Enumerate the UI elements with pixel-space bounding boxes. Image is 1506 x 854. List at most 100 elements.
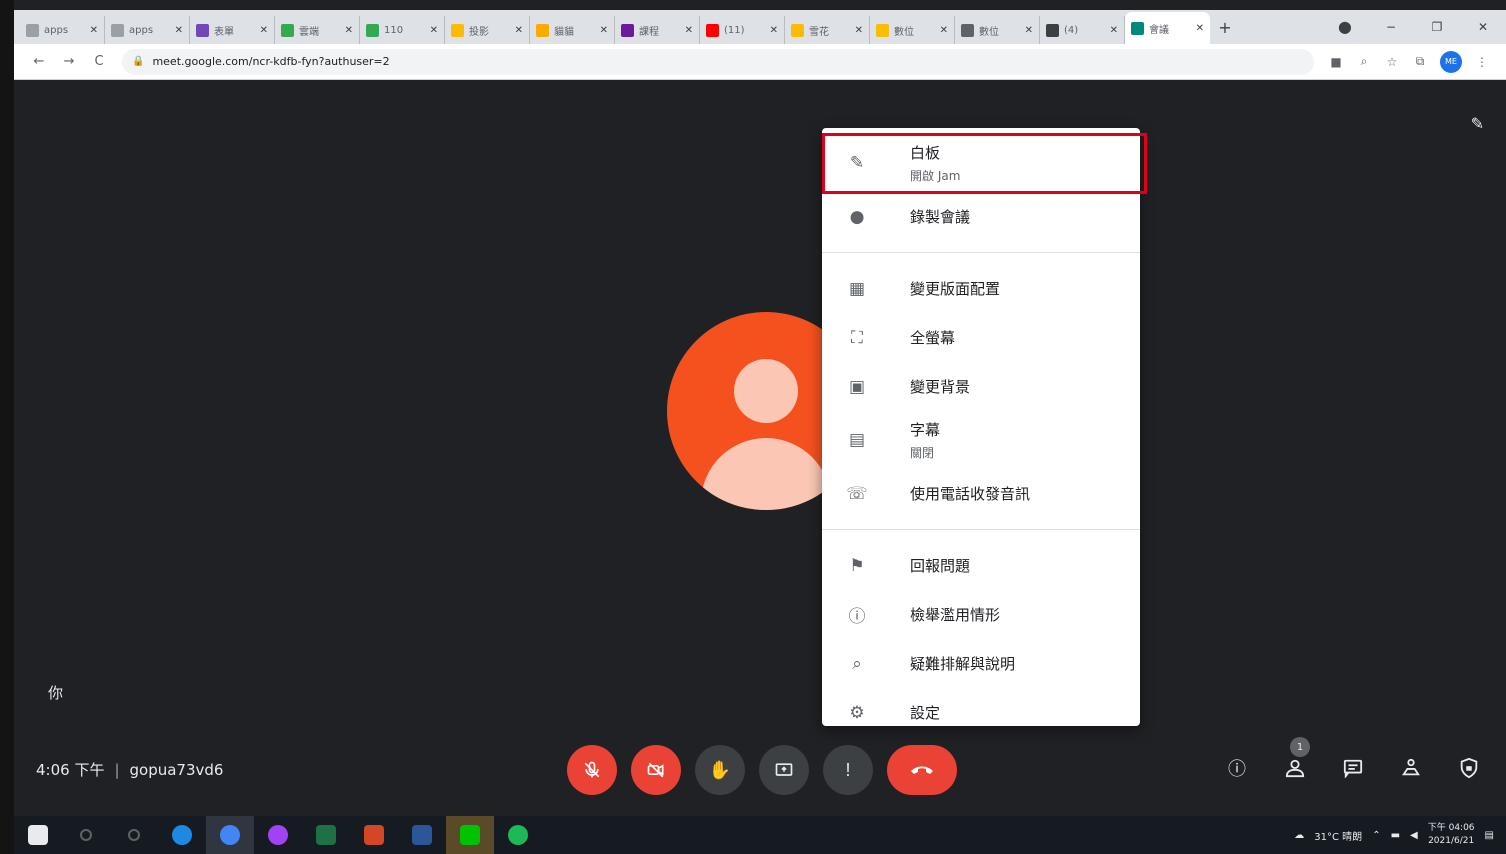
close-window-button[interactable]: ✕ <box>1460 20 1506 34</box>
menu-item-use-phone-audio[interactable]: ☏ 使用電話收發音訊 <box>822 469 1140 518</box>
taskbar-excel-button[interactable] <box>302 816 350 854</box>
extensions-icon[interactable]: ⧉ <box>1406 54 1434 69</box>
taskbar-messenger-button[interactable] <box>254 816 302 854</box>
notifications-icon[interactable]: ▤ <box>1485 830 1494 841</box>
minimize-button[interactable]: − <box>1368 20 1414 34</box>
participants-button[interactable]: 1 <box>1280 737 1310 783</box>
menu-item-change-background[interactable]: ▣ 變更背景 <box>822 362 1140 411</box>
meeting-details-button[interactable]: ⓘ <box>1222 753 1252 783</box>
activities-button[interactable] <box>1396 753 1426 783</box>
network-icon[interactable]: ▬ <box>1391 830 1400 841</box>
tab-close-icon[interactable]: ✕ <box>260 25 268 36</box>
tab-close-icon[interactable]: ✕ <box>770 25 778 36</box>
meeting-code: gopua73vd6 <box>129 760 224 779</box>
profile-avatar[interactable]: ME <box>1440 50 1462 73</box>
menu-item-settings[interactable]: ⚙ 設定 <box>822 688 1140 737</box>
menu-item-text: 變更版面配置 <box>910 278 1000 299</box>
taskbar-edge-button[interactable] <box>158 816 206 854</box>
tab-close-icon[interactable]: ✕ <box>345 25 353 36</box>
task-view-icon <box>128 829 140 841</box>
menu-item-report-problem[interactable]: ⚑ 回報問題 <box>822 541 1140 590</box>
host-controls-button[interactable] <box>1454 753 1484 783</box>
back-button[interactable]: ← <box>24 54 54 69</box>
browser-tab[interactable]: 數位 ✕ <box>870 16 955 44</box>
menu-item-troubleshooting-help[interactable]: ⌕ 疑難排解與說明 <box>822 639 1140 688</box>
browser-tab[interactable]: 會議 ✕ <box>1125 12 1210 44</box>
browser-tab[interactable]: 雲端 ✕ <box>275 16 360 44</box>
volume-icon[interactable]: ◀ <box>1410 830 1418 841</box>
present-screen-button[interactable] <box>759 745 809 795</box>
reload-button[interactable]: C <box>84 54 114 69</box>
url-text: meet.google.com/ncr-kdfb-fyn?authuser=2 <box>152 55 390 68</box>
tab-close-icon[interactable]: ✕ <box>1196 23 1204 34</box>
camera-toggle-button[interactable] <box>631 745 681 795</box>
meeting-control-bar: 4:06 下午 | gopua73vd6 ✋ ! ⓘ 1 <box>14 735 1506 805</box>
taskbar-chrome-button[interactable] <box>206 816 254 854</box>
browser-tab[interactable]: 課程 ✕ <box>615 16 700 44</box>
taskbar-powerpoint-button[interactable] <box>350 816 398 854</box>
restore-button[interactable]: ❐ <box>1414 20 1460 34</box>
address-bar[interactable]: 🔒 meet.google.com/ncr-kdfb-fyn?authuser=… <box>122 48 1314 75</box>
tab-close-icon[interactable]: ✕ <box>855 25 863 36</box>
tab-title: 會議 <box>1149 24 1169 36</box>
mic-off-icon <box>584 761 600 778</box>
browser-tab[interactable]: 表單 ✕ <box>190 16 275 44</box>
clock[interactable]: 下午 04:06 2021/6/21 <box>1428 822 1475 848</box>
leave-call-button[interactable] <box>887 745 957 795</box>
menu-item-whiteboard[interactable]: ✎ 白板 開啟 Jam <box>822 134 1140 192</box>
tab-close-icon[interactable]: ✕ <box>515 25 523 36</box>
tab-close-icon[interactable]: ✕ <box>430 25 438 36</box>
tab-title: 數位 <box>979 26 999 38</box>
menu-item-label: 全螢幕 <box>910 329 956 347</box>
browser-tab[interactable]: 數位 ✕ <box>955 16 1040 44</box>
tab-favicon-icon <box>451 23 464 37</box>
taskbar-search-button[interactable] <box>62 816 110 854</box>
browser-tab[interactable]: apps ✕ <box>20 16 105 44</box>
menu-item-captions[interactable]: ▤ 字幕 關閉 <box>822 411 1140 469</box>
word-icon <box>412 825 432 845</box>
forward-button[interactable]: → <box>54 54 84 69</box>
menu-item-change-layout[interactable]: ▦ 變更版面配置 <box>822 264 1140 313</box>
menu-item-report-abuse[interactable]: ⓘ 檢舉濫用情形 <box>822 590 1140 639</box>
tab-close-icon[interactable]: ✕ <box>1025 25 1033 36</box>
browser-tab[interactable]: 貓貓 ✕ <box>530 16 615 44</box>
tab-close-icon[interactable]: ✕ <box>1110 25 1118 36</box>
taskbar-word-button[interactable] <box>398 816 446 854</box>
participant-count-badge: 1 <box>1290 737 1310 757</box>
taskbar-windows-start-button[interactable] <box>14 816 62 854</box>
desktop-edge <box>0 0 14 854</box>
menu-item-label: 錄製會議 <box>910 208 971 226</box>
taskbar-task-view-button[interactable] <box>110 816 158 854</box>
menu-item-full-screen[interactable]: ⛶ 全螢幕 <box>822 313 1140 362</box>
raise-hand-button[interactable]: ✋ <box>695 745 745 795</box>
tab-title: (4) <box>1064 24 1079 36</box>
browser-tab[interactable]: 110 ✕ <box>360 16 445 44</box>
tab-close-icon[interactable]: ✕ <box>600 25 608 36</box>
tray-chevron-icon[interactable]: ⌃ <box>1372 830 1380 841</box>
tab-close-icon[interactable]: ✕ <box>90 25 98 36</box>
tab-close-icon[interactable]: ✕ <box>940 25 948 36</box>
bookmark-star-icon[interactable]: ☆ <box>1378 55 1406 69</box>
browser-tab[interactable]: (4) ✕ <box>1040 16 1125 44</box>
more-options-button[interactable]: ! <box>823 745 873 795</box>
browser-tab[interactable]: 投影 ✕ <box>445 16 530 44</box>
more-menu-icon[interactable]: ⋮ <box>1468 55 1496 69</box>
mic-toggle-button[interactable] <box>567 745 617 795</box>
zoom-icon[interactable]: ⌕ <box>1350 54 1378 69</box>
tab-close-icon[interactable]: ✕ <box>175 25 183 36</box>
browser-tab[interactable]: 雪花 ✕ <box>785 16 870 44</box>
browser-menu-icon[interactable]: ⬤ <box>1322 20 1368 34</box>
browser-tab[interactable]: apps ✕ <box>105 16 190 44</box>
menu-item-record-meeting[interactable]: ● 錄製會議 <box>822 192 1140 241</box>
settings-icon: ⚙ <box>849 702 865 723</box>
camera-indicator-icon[interactable]: ■ <box>1322 55 1350 69</box>
new-tab-button[interactable]: + <box>1210 18 1240 37</box>
tab-favicon-icon <box>791 23 804 37</box>
windows-taskbar: ☁ 31°C 晴朗 ⌃ ▬ ◀ 下午 04:06 2021/6/21 ▤ <box>14 816 1506 854</box>
taskbar-spotify-button[interactable] <box>494 816 542 854</box>
taskbar-line-button[interactable] <box>446 816 494 854</box>
tab-close-icon[interactable]: ✕ <box>685 25 693 36</box>
chat-button[interactable] <box>1338 753 1368 783</box>
tab-title: (11) <box>724 24 745 36</box>
browser-tab[interactable]: (11) ✕ <box>700 16 785 44</box>
